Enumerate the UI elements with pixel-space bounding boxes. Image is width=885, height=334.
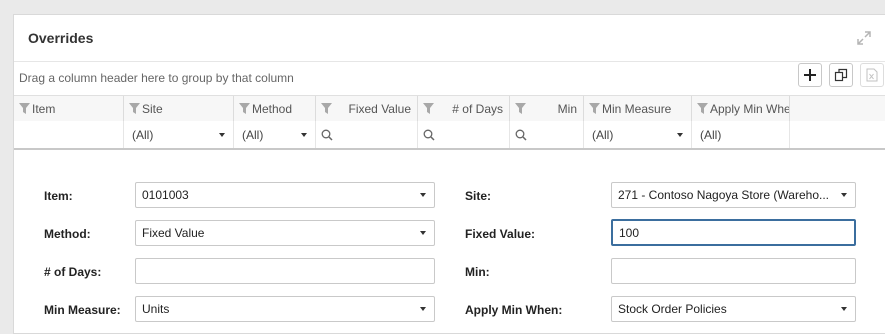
site-label: Site: [465, 189, 492, 203]
filter-select-method[interactable]: (All) [234, 121, 316, 148]
filter-icon[interactable] [515, 103, 526, 114]
column-header-min-measure[interactable]: Min Measure [584, 96, 692, 121]
method-select[interactable]: Fixed Value [135, 220, 435, 246]
group-by-bar[interactable]: Drag a column header here to group by th… [14, 62, 885, 94]
search-icon [321, 129, 333, 141]
item-select[interactable]: 0101003 [135, 182, 435, 208]
copy-button[interactable] [829, 63, 853, 87]
min-measure-select[interactable]: Units [135, 296, 435, 322]
group-by-hint: Drag a column header here to group by th… [19, 71, 294, 85]
filter-input-fixed-value[interactable] [316, 121, 418, 148]
overrides-panel: Overrides Drag a column header here to g… [13, 14, 885, 334]
chevron-down-icon [841, 307, 847, 311]
method-label: Method: [44, 227, 91, 241]
chevron-down-icon [301, 132, 307, 137]
filter-icon[interactable] [423, 103, 434, 114]
site-select[interactable]: 271 - Contoso Nagoya Store (Wareho... [611, 182, 856, 208]
grid-filter-row: (All) (All) (All) (All) [14, 121, 885, 150]
fixed-value-label: Fixed Value: [465, 227, 536, 241]
filter-icon[interactable] [239, 103, 250, 114]
column-header-fixed-value[interactable]: Fixed Value [316, 96, 418, 121]
search-icon [515, 129, 527, 141]
plus-icon [804, 69, 816, 81]
add-button[interactable] [798, 63, 822, 87]
item-label: Item: [44, 189, 73, 203]
days-label: # of Days: [44, 265, 102, 279]
column-header-item[interactable]: Item [14, 96, 124, 121]
grid-header-row: Item Site Method Fixed Value # of Days M… [14, 95, 885, 122]
column-header-min[interactable]: Min [510, 96, 584, 121]
filter-icon[interactable] [129, 103, 140, 114]
chevron-down-icon [841, 193, 847, 197]
apply-min-when-label: Apply Min When: [465, 303, 563, 317]
filter-icon[interactable] [589, 103, 600, 114]
filter-input-days[interactable] [418, 121, 510, 148]
filter-icon[interactable] [321, 103, 332, 114]
column-header-days[interactable]: # of Days [418, 96, 510, 121]
filter-select-site[interactable]: (All) [124, 121, 234, 148]
filter-select-apply-min-when[interactable]: (All) [692, 121, 790, 148]
min-measure-label: Min Measure: [44, 303, 121, 317]
min-label: Min: [465, 265, 490, 279]
column-header-method[interactable]: Method [234, 96, 316, 121]
filter-icon[interactable] [19, 103, 30, 114]
apply-min-when-select[interactable]: Stock Order Policies [611, 296, 856, 322]
chevron-down-icon [677, 132, 683, 137]
chevron-down-icon [420, 193, 426, 197]
filter-input-min[interactable] [510, 121, 584, 148]
copy-icon [834, 68, 848, 82]
filter-cell-item[interactable] [14, 121, 124, 148]
expand-icon[interactable] [857, 31, 871, 45]
export-excel-button[interactable] [860, 63, 884, 87]
min-input[interactable] [611, 258, 856, 284]
search-icon [423, 129, 435, 141]
filter-select-min-measure[interactable]: (All) [584, 121, 692, 148]
chevron-down-icon [420, 231, 426, 235]
chevron-down-icon [219, 132, 225, 137]
days-input[interactable] [135, 258, 435, 284]
panel-title: Overrides [28, 30, 94, 46]
fixed-value-input[interactable]: 100 [611, 219, 856, 246]
panel-header: Overrides [14, 15, 885, 62]
excel-export-icon [866, 68, 878, 82]
column-header-apply-min-when[interactable]: Apply Min When [692, 96, 790, 121]
filter-icon[interactable] [697, 103, 708, 114]
column-header-site[interactable]: Site [124, 96, 234, 121]
chevron-down-icon [420, 307, 426, 311]
